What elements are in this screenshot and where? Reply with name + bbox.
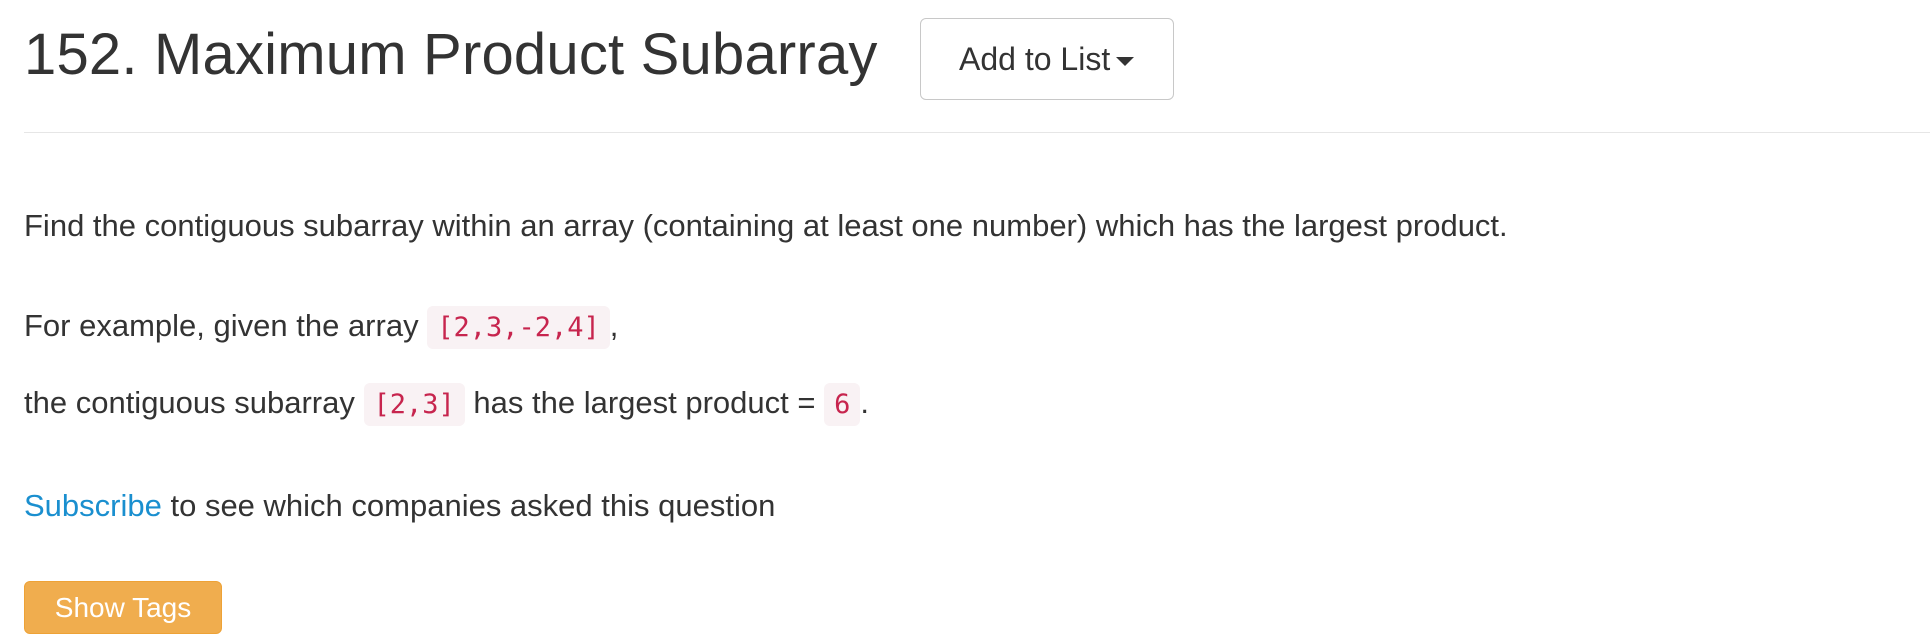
example-product-code: 6 <box>824 383 861 426</box>
page-title: 152. Maximum Product Subarray <box>24 22 878 87</box>
add-to-list-label: Add to List <box>959 40 1111 77</box>
description-text: Find the contiguous subarray within an a… <box>24 208 1508 243</box>
example-output-line: the contiguous subarray [2,3] has the la… <box>24 377 869 431</box>
example-input-suffix: , <box>609 308 619 343</box>
example-output-middle: has the largest product = <box>464 385 825 420</box>
problem-header: 152. Maximum Product Subarray Add to Lis… <box>24 14 1174 100</box>
example-input-line: For example, given the array [2,3,-2,4], <box>24 300 618 354</box>
add-to-list-button[interactable]: Add to List <box>919 18 1174 100</box>
show-tags-label: Show Tags <box>54 591 192 623</box>
header-divider <box>24 132 1930 133</box>
subscribe-link[interactable]: Subscribe <box>24 488 162 523</box>
caret-down-icon <box>1116 56 1135 66</box>
description-paragraph: Find the contiguous subarray within an a… <box>24 200 1508 252</box>
example-subarray-code: [2,3] <box>363 383 465 426</box>
show-tags-button[interactable]: Show Tags <box>24 581 222 634</box>
problem-page: 152. Maximum Product Subarray Add to Lis… <box>0 0 1930 636</box>
example-output-prefix: the contiguous subarray <box>24 385 364 420</box>
companies-line: Subscribe to see which companies asked t… <box>24 480 775 532</box>
companies-text: to see which companies asked this questi… <box>161 488 776 523</box>
example-input-prefix: For example, given the array <box>24 308 428 343</box>
example-input-code: [2,3,-2,4] <box>427 306 610 349</box>
example-output-suffix: . <box>860 385 869 420</box>
